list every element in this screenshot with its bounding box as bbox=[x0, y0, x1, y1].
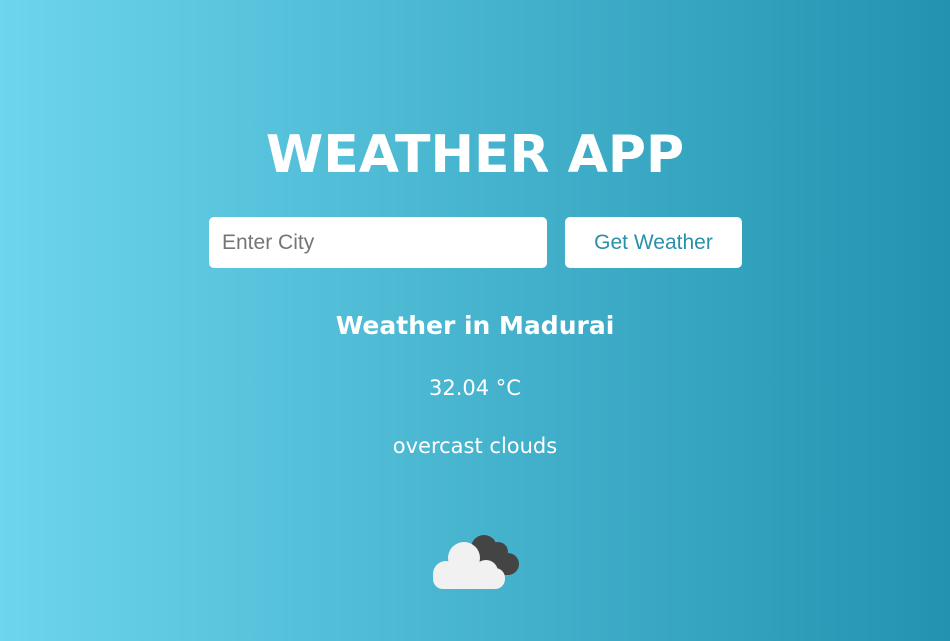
overcast-clouds-icon bbox=[433, 535, 519, 589]
city-input[interactable] bbox=[209, 217, 547, 268]
app-title: WEATHER APP bbox=[265, 125, 685, 185]
weather-heading: Weather in Madurai bbox=[335, 311, 615, 340]
search-bar: Get Weather bbox=[209, 217, 742, 268]
temperature-value: 32.04 °C bbox=[429, 376, 521, 400]
get-weather-button[interactable]: Get Weather bbox=[565, 217, 742, 268]
weather-description: overcast clouds bbox=[392, 434, 558, 458]
